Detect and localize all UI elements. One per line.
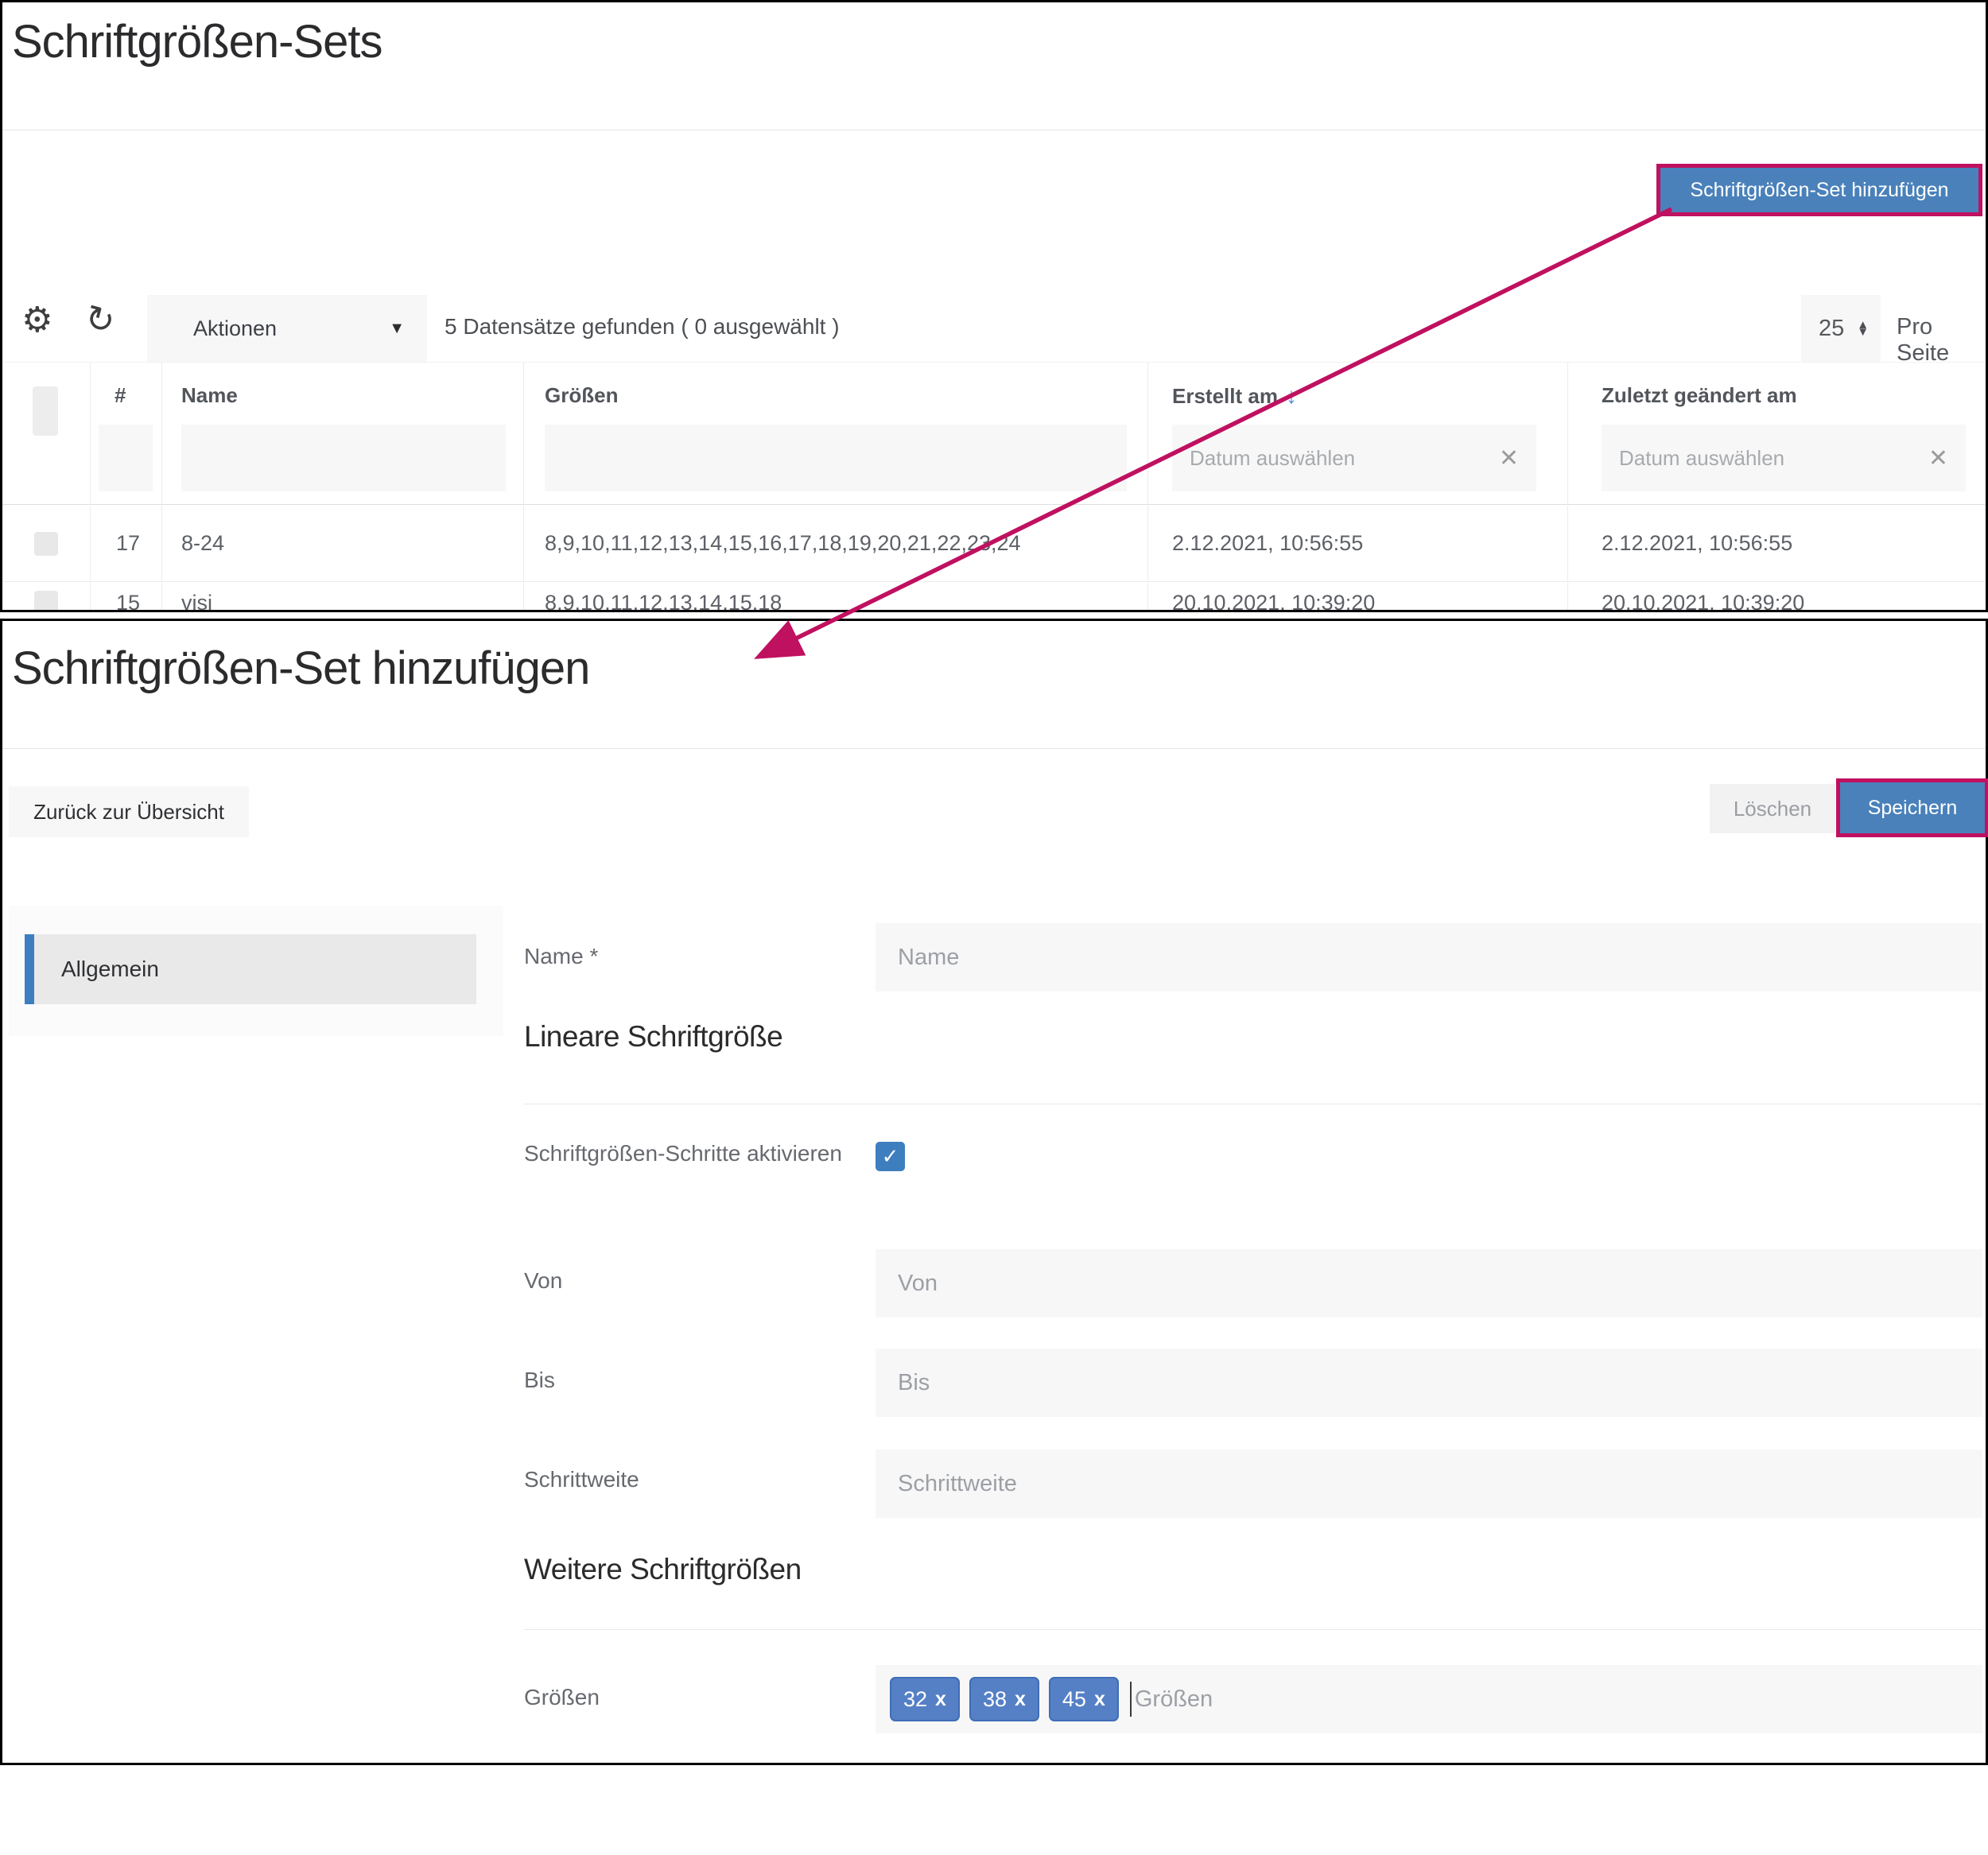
column-modified: Zuletzt geändert am Datum auswählen ✕: [1567, 363, 1988, 504]
column-modified-label[interactable]: Zuletzt geändert am: [1602, 383, 1797, 408]
cell-created: 2.12.2021, 10:56:55: [1147, 506, 1567, 581]
schrittweite-field-label: Schrittweite: [524, 1462, 858, 1496]
listing-panel: Schriftgrößen-Sets Schriftgrößen-Set hin…: [0, 0, 1988, 612]
size-tag-value: 38: [983, 1687, 1007, 1712]
section-linear-heading: Lineare Schriftgröße: [524, 1020, 782, 1054]
name-input[interactable]: Name: [876, 923, 1982, 992]
steps-checkbox[interactable]: ✓: [876, 1142, 905, 1171]
detail-panel: Schriftgrößen-Set hinzufügen Zurück zur …: [0, 619, 1988, 1765]
results-count-text: 5 Datensätze gefunden ( 0 ausgewählt ): [445, 314, 840, 340]
row-checkbox[interactable]: [34, 532, 58, 556]
cell-created: 20.10.2021, 10:39:20: [1147, 583, 1567, 612]
sizes-field-label: Größen: [524, 1680, 858, 1714]
column-sizes-label[interactable]: Größen: [545, 383, 618, 408]
settings-gear-icon[interactable]: ⚙: [21, 303, 52, 338]
bis-input-placeholder: Bis: [898, 1370, 930, 1396]
schrittweite-input-placeholder: Schrittweite: [898, 1471, 1017, 1497]
cell-sizes: 8,9,10,11,12,13,14,15,18: [523, 583, 1147, 612]
save-button[interactable]: Speichern: [1840, 782, 1985, 833]
actions-dropdown[interactable]: Aktionen ▼: [147, 295, 427, 362]
clear-date-icon[interactable]: ✕: [1928, 444, 1948, 472]
sizes-input-placeholder: Größen: [1135, 1686, 1213, 1713]
column-id-label[interactable]: #: [115, 383, 126, 408]
sidebar-item-label: Allgemein: [61, 957, 159, 982]
bis-input[interactable]: Bis: [876, 1349, 1982, 1417]
check-icon: ✓: [882, 1144, 899, 1169]
column-name-label[interactable]: Name: [181, 383, 238, 408]
section-divider: [524, 1629, 1982, 1630]
table-header: # Name Größen Erstellt am↓ Datum auswähl…: [2, 362, 1986, 505]
size-tag[interactable]: 32 x: [890, 1677, 960, 1721]
size-tag-value: 32: [903, 1687, 927, 1712]
detail-header-divider: [2, 748, 1986, 749]
per-page-label: Pro Seite: [1897, 314, 1986, 367]
steps-checkbox-label: Schriftgrößen-Schritte aktivieren: [524, 1136, 858, 1170]
created-date-filter[interactable]: Datum auswählen ✕: [1172, 425, 1536, 491]
listing-toolbar: ⚙ ↻ Aktionen ▼ 5 Datensätze gefunden ( 0…: [2, 295, 1986, 362]
delete-button[interactable]: Löschen: [1710, 784, 1835, 833]
modified-date-placeholder: Datum auswählen: [1619, 446, 1784, 471]
id-filter-input[interactable]: [99, 425, 153, 491]
cell-id: 15: [90, 583, 161, 612]
created-date-placeholder: Datum auswählen: [1190, 446, 1355, 471]
table-row[interactable]: 17 8-24 8,9,10,11,12,13,14,15,16,17,18,1…: [2, 506, 1986, 582]
sort-desc-icon: ↓: [1286, 383, 1297, 408]
section-more-heading: Weitere Schriftgrößen: [524, 1553, 802, 1586]
column-created: Erstellt am↓ Datum auswählen ✕: [1147, 363, 1567, 504]
select-all-checkbox[interactable]: [33, 386, 58, 436]
row-checkbox[interactable]: [34, 591, 58, 612]
cell-modified: 2.12.2021, 10:56:55: [1567, 506, 1988, 581]
column-sizes: Größen: [523, 363, 1147, 504]
per-page-select[interactable]: 25 ▲ ▼: [1801, 295, 1881, 362]
von-input[interactable]: Von: [876, 1249, 1982, 1318]
back-to-overview-button[interactable]: Zurück zur Übersicht: [9, 786, 249, 837]
form-sidebar: Allgemein: [9, 906, 503, 1036]
remove-tag-icon[interactable]: x: [935, 1688, 946, 1711]
add-fontsize-set-button[interactable]: Schriftgrößen-Set hinzufügen: [1660, 168, 1978, 212]
cell-id: 17: [90, 506, 161, 581]
size-tag[interactable]: 45 x: [1049, 1677, 1119, 1721]
clear-date-icon[interactable]: ✕: [1499, 444, 1519, 472]
chevron-down-icon: ▼: [389, 320, 405, 338]
cell-name: visi: [161, 583, 523, 612]
name-filter-input[interactable]: [181, 425, 506, 491]
size-tag-value: 45: [1062, 1687, 1086, 1712]
page-title: Schriftgrößen-Sets: [12, 15, 382, 68]
name-input-placeholder: Name: [898, 945, 959, 971]
detail-page-title: Schriftgrößen-Set hinzufügen: [12, 642, 589, 695]
table-row[interactable]: 15 visi 8,9,10,11,12,13,14,15,18 20.10.2…: [2, 583, 1986, 612]
remove-tag-icon[interactable]: x: [1015, 1688, 1026, 1711]
sizes-filter-input[interactable]: [545, 425, 1127, 491]
actions-dropdown-label: Aktionen: [193, 316, 277, 341]
per-page-value: 25: [1819, 316, 1844, 342]
von-input-placeholder: Von: [898, 1271, 938, 1297]
bis-field-label: Bis: [524, 1363, 858, 1397]
size-tag[interactable]: 38 x: [969, 1677, 1039, 1721]
add-button-highlight: Schriftgrößen-Set hinzufügen: [1656, 164, 1982, 216]
sidebar-item-allgemein[interactable]: Allgemein: [25, 934, 476, 1004]
schrittweite-input[interactable]: Schrittweite: [876, 1449, 1982, 1518]
cell-name: 8-24: [161, 506, 523, 581]
remove-tag-icon[interactable]: x: [1094, 1688, 1105, 1711]
von-field-label: Von: [524, 1263, 858, 1298]
text-cursor: [1130, 1682, 1132, 1717]
cell-modified: 20.10.2021, 10:39:20: [1567, 583, 1988, 612]
cell-sizes: 8,9,10,11,12,13,14,15,16,17,18,19,20,21,…: [523, 506, 1147, 581]
column-name: Name: [161, 363, 523, 504]
stepper-icon: ▲ ▼: [1857, 321, 1869, 336]
column-created-label[interactable]: Erstellt am↓: [1172, 383, 1297, 409]
sizes-tag-input[interactable]: 32 x 38 x 45 x Größen: [876, 1665, 1982, 1733]
modified-date-filter[interactable]: Datum auswählen ✕: [1602, 425, 1966, 491]
refresh-icon[interactable]: ↻: [81, 300, 118, 341]
name-field-label: Name *: [524, 939, 858, 973]
active-accent-bar: [25, 934, 34, 1004]
column-id: #: [90, 363, 161, 504]
save-button-highlight: Speichern: [1836, 778, 1988, 837]
